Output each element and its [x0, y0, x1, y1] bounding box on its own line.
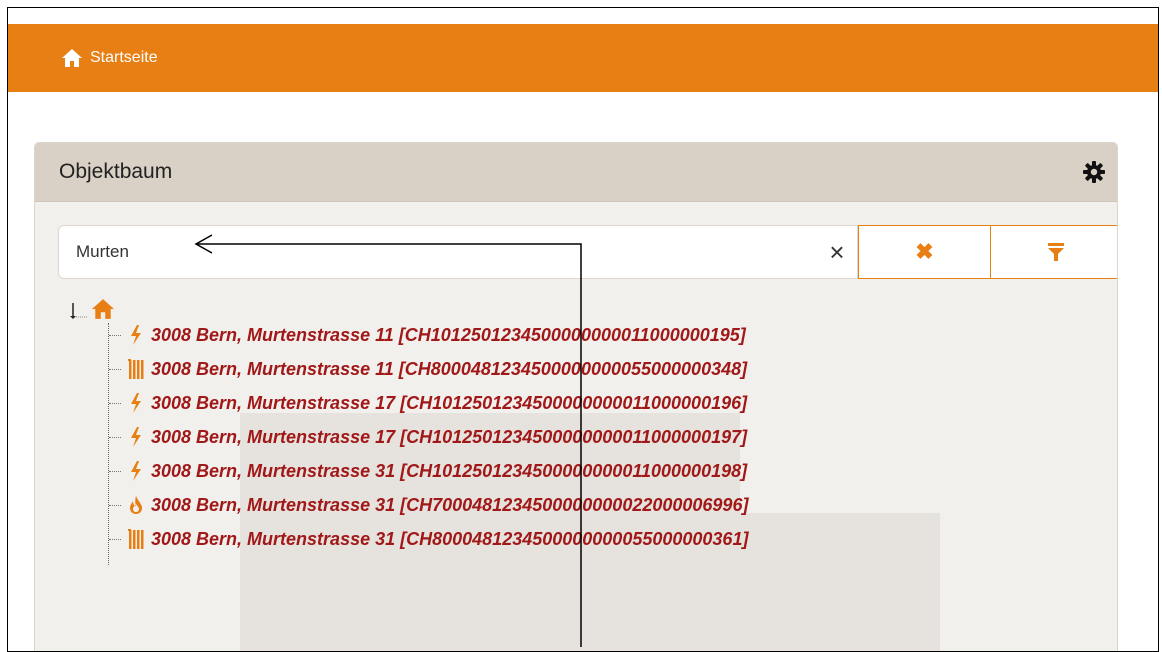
tree-item-label[interactable]: 3008 Bern, Murtenstrasse 11 [CH101250123… [151, 325, 746, 346]
tree-item[interactable]: 3008 Bern, Murtenstrasse 11 [CH800048123… [109, 357, 747, 381]
tree-root[interactable] [70, 295, 114, 319]
search-box: × [58, 225, 858, 279]
radiator-icon [126, 359, 146, 379]
tree-connector [109, 436, 121, 438]
radiator-icon [126, 529, 146, 549]
tree-connector [109, 470, 121, 472]
bolt-icon [126, 427, 146, 447]
app-frame: Startseite Objektbaum Murten × ✖ 3008 Be… [7, 7, 1159, 652]
close-icon: ✖ [915, 239, 934, 264]
tree-item-label[interactable]: 3008 Bern, Murtenstrasse 17 [CH101250123… [151, 427, 747, 448]
tree-connector [109, 538, 121, 540]
filter-button[interactable] [990, 225, 1117, 279]
top-navigation-bar: Startseite [8, 24, 1158, 92]
bolt-icon [126, 325, 146, 345]
object-tree: 3008 Bern, Murtenstrasse 11 [CH101250123… [70, 295, 748, 565]
bolt-icon [126, 461, 146, 481]
tree-item[interactable]: 3008 Bern, Murtenstrasse 31 [CH700048123… [109, 493, 748, 517]
tree-connector [109, 368, 121, 370]
search-input[interactable] [74, 225, 817, 279]
tree-connector [109, 504, 121, 506]
home-icon [62, 49, 82, 67]
tree-item[interactable]: 3008 Bern, Murtenstrasse 11 [CH101250123… [109, 323, 746, 347]
panel-title: Objektbaum [59, 160, 173, 183]
search-row: × ✖ [58, 225, 1117, 279]
home-link[interactable]: Startseite [62, 49, 158, 67]
home-icon [92, 299, 114, 319]
tree-item-label[interactable]: 3008 Bern, Murtenstrasse 31 [CH800048123… [151, 529, 748, 550]
tree-item-label[interactable]: 3008 Bern, Murtenstrasse 31 [CH700048123… [151, 495, 748, 516]
flame-icon [126, 495, 146, 515]
object-tree-panel: Objektbaum × [34, 142, 1118, 651]
tree-children: 3008 Bern, Murtenstrasse 11 [CH101250123… [108, 323, 748, 565]
tree-item[interactable]: 3008 Bern, Murtenstrasse 31 [CH101250123… [109, 459, 747, 483]
tree-expander-icon[interactable] [70, 303, 88, 319]
tree-item-label[interactable]: 3008 Bern, Murtenstrasse 11 [CH800048123… [151, 359, 747, 380]
panel-header: Objektbaum [35, 143, 1117, 202]
tree-item[interactable]: 3008 Bern, Murtenstrasse 17 [CH101250123… [109, 391, 747, 415]
filter-icon [1048, 243, 1064, 261]
tree-connector [109, 334, 121, 336]
tree-item-label[interactable]: 3008 Bern, Murtenstrasse 31 [CH101250123… [151, 461, 747, 482]
clear-input-icon[interactable]: × [817, 239, 857, 265]
gear-icon[interactable] [1083, 161, 1105, 183]
tree-item[interactable]: 3008 Bern, Murtenstrasse 17 [CH101250123… [109, 425, 747, 449]
home-link-label: Startseite [90, 49, 158, 66]
tree-connector [109, 402, 121, 404]
tree-item[interactable]: 3008 Bern, Murtenstrasse 31 [CH800048123… [109, 527, 748, 551]
tree-item-label[interactable]: 3008 Bern, Murtenstrasse 17 [CH101250123… [151, 393, 747, 414]
reset-search-button[interactable]: ✖ [858, 225, 990, 279]
bolt-icon [126, 393, 146, 413]
